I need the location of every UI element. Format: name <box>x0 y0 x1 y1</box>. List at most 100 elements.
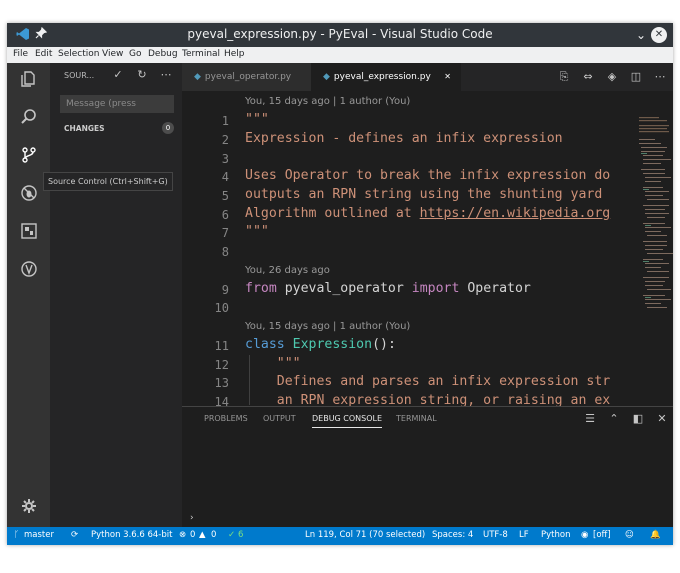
line-ending[interactable]: LF <box>519 530 529 540</box>
menu-file[interactable]: File <box>13 49 28 59</box>
split-editor-icon[interactable]: ◫ <box>628 69 644 85</box>
toggle-panel-icon[interactable]: ◧ <box>631 411 645 427</box>
menu-view[interactable]: View <box>102 49 123 59</box>
error-count[interactable]: 0 <box>190 530 195 540</box>
codelens-blame[interactable]: You, 15 days ago | 1 author (You) <box>245 321 410 332</box>
code-line: class Expression(): <box>245 337 396 352</box>
class-name: Expression <box>292 337 373 352</box>
tab-pyeval-expression[interactable]: ◆ pyeval_expression.py ✕ <box>311 63 461 91</box>
code-line: """ <box>245 356 301 371</box>
commit-message-input[interactable]: Message (press <box>60 95 174 113</box>
menu-bar: File Edit Selection View Go Debug Termin… <box>7 47 673 63</box>
line-number: 12 <box>214 358 229 372</box>
clear-console-icon[interactable]: ☰ <box>583 411 597 427</box>
refresh-icon[interactable]: ↻ <box>134 67 150 83</box>
editor-tabs: ◆ pyeval_operator.py ◆ pyeval_expression.p… <box>182 63 673 91</box>
bottom-panel: PROBLEMS OUTPUT DEBUG CONSOLE TERMINAL ☰… <box>182 406 673 528</box>
window-title: pyeval_expression.py - PyEval - Visual S… <box>187 27 493 41</box>
search-icon[interactable] <box>15 107 43 135</box>
indentation[interactable]: Spaces: 4 <box>432 530 473 540</box>
indent-guide <box>249 355 250 405</box>
menu-edit[interactable]: Edit <box>35 49 52 59</box>
module-name: pyeval_operator <box>276 281 412 296</box>
line-number: 3 <box>221 152 229 166</box>
code-line: """ <box>245 112 269 127</box>
previous-change-icon[interactable]: ⇔ <box>580 69 596 85</box>
changes-count-badge: 0 <box>162 122 174 134</box>
tab-terminal[interactable]: TERMINAL <box>396 414 437 423</box>
vscode-window: pyeval_expression.py - PyEval - Visual S… <box>7 23 673 545</box>
tab-problems[interactable]: PROBLEMS <box>204 414 248 423</box>
code-line: """ <box>245 224 269 239</box>
close-tab-icon[interactable]: ✕ <box>444 63 451 91</box>
python-file-icon: ◆ <box>323 72 330 82</box>
line-number: 9 <box>221 283 229 297</box>
close-icon[interactable]: ✕ <box>651 27 667 43</box>
eye-icon[interactable]: ◉ <box>581 530 588 540</box>
debug-icon[interactable] <box>15 183 43 211</box>
liveshare-status[interactable]: [off] <box>593 530 611 540</box>
branch-icon[interactable]: ᚴ <box>14 530 19 540</box>
line-number: 4 <box>221 170 229 184</box>
tab-output[interactable]: OUTPUT <box>263 414 296 423</box>
activity-bar <box>7 63 50 527</box>
explorer-icon[interactable] <box>15 69 43 97</box>
changes-header[interactable]: CHANGES <box>64 124 105 133</box>
warning-count[interactable]: 0 <box>211 530 216 540</box>
wikipedia-link[interactable]: https://en.wikipedia.org <box>420 206 611 221</box>
sync-icon[interactable]: ⟳ <box>71 530 78 540</box>
extensions-icon[interactable] <box>15 221 43 249</box>
test-check-icon[interactable]: ✓ <box>228 530 235 540</box>
line-number: 1 <box>221 114 229 128</box>
title-bar: pyeval_expression.py - PyEval - Visual S… <box>7 23 673 47</box>
code-line: Algorithm outlined at https://en.wikiped… <box>245 206 610 221</box>
test-count[interactable]: 6 <box>238 530 243 540</box>
source-control-icon[interactable] <box>15 145 43 173</box>
tab-debug-console[interactable]: DEBUG CONSOLE <box>312 414 383 428</box>
git-compare-icon[interactable]: ◈ <box>604 69 620 85</box>
line-number: 8 <box>221 245 229 259</box>
open-changes-icon[interactable]: ⎘ <box>556 69 572 85</box>
gear-icon[interactable] <box>15 495 43 523</box>
debug-console-prompt[interactable]: › <box>190 513 194 523</box>
line-number: 2 <box>221 133 229 147</box>
menu-terminal[interactable]: Terminal <box>182 49 220 59</box>
codelens-blame[interactable]: You, 26 days ago <box>245 265 330 276</box>
menu-help[interactable]: Help <box>224 49 245 59</box>
encoding[interactable]: UTF-8 <box>483 530 508 540</box>
language-mode[interactable]: Python <box>541 530 570 540</box>
tab-label: pyeval_operator.py <box>204 72 292 82</box>
code-line: Defines and parses an infix expression s… <box>245 374 611 389</box>
source-control-tooltip: Source Control (Ctrl+Shift+G) <box>43 172 173 191</box>
warning-icon[interactable]: ▲ <box>199 530 206 540</box>
feedback-smiley-icon[interactable]: ☺ <box>625 530 634 540</box>
import-name: Operator <box>459 281 531 296</box>
more-actions-icon[interactable]: ⋯ <box>652 69 668 85</box>
minimap[interactable] <box>637 91 673 406</box>
minimize-icon[interactable]: ⌄ <box>633 27 649 43</box>
keyword-class: class <box>245 337 285 352</box>
cursor-position[interactable]: Ln 119, Col 71 (70 selected) <box>305 530 425 540</box>
close-panel-icon[interactable]: ✕ <box>655 411 669 427</box>
remote-icon[interactable] <box>15 259 43 287</box>
more-actions-icon[interactable]: ⋯ <box>158 67 174 83</box>
menu-debug[interactable]: Debug <box>148 49 178 59</box>
error-icon[interactable]: ⊗ <box>179 530 186 540</box>
codelens-blame[interactable]: You, 15 days ago | 1 author (You) <box>245 96 410 107</box>
keyword-import: import <box>411 281 460 296</box>
python-interpreter[interactable]: Python 3.6.6 64-bit <box>91 530 172 540</box>
line-number: 5 <box>221 189 229 203</box>
branch-name[interactable]: master <box>24 530 54 540</box>
maximize-panel-icon[interactable]: ⌃ <box>607 411 621 427</box>
line-number: 11 <box>214 339 229 353</box>
line-number: 13 <box>214 376 229 390</box>
menu-go[interactable]: Go <box>129 49 141 59</box>
python-file-icon: ◆ <box>194 72 201 82</box>
commit-check-icon[interactable]: ✓ <box>110 67 126 83</box>
menu-selection[interactable]: Selection <box>58 49 99 59</box>
class-paren: (): <box>372 337 396 352</box>
code-editor[interactable]: You, 15 days ago | 1 author (You) 1 """ … <box>182 91 673 409</box>
tab-pyeval-operator[interactable]: ◆ pyeval_operator.py <box>182 63 311 91</box>
notifications-bell-icon[interactable]: 🔔 <box>650 530 661 540</box>
